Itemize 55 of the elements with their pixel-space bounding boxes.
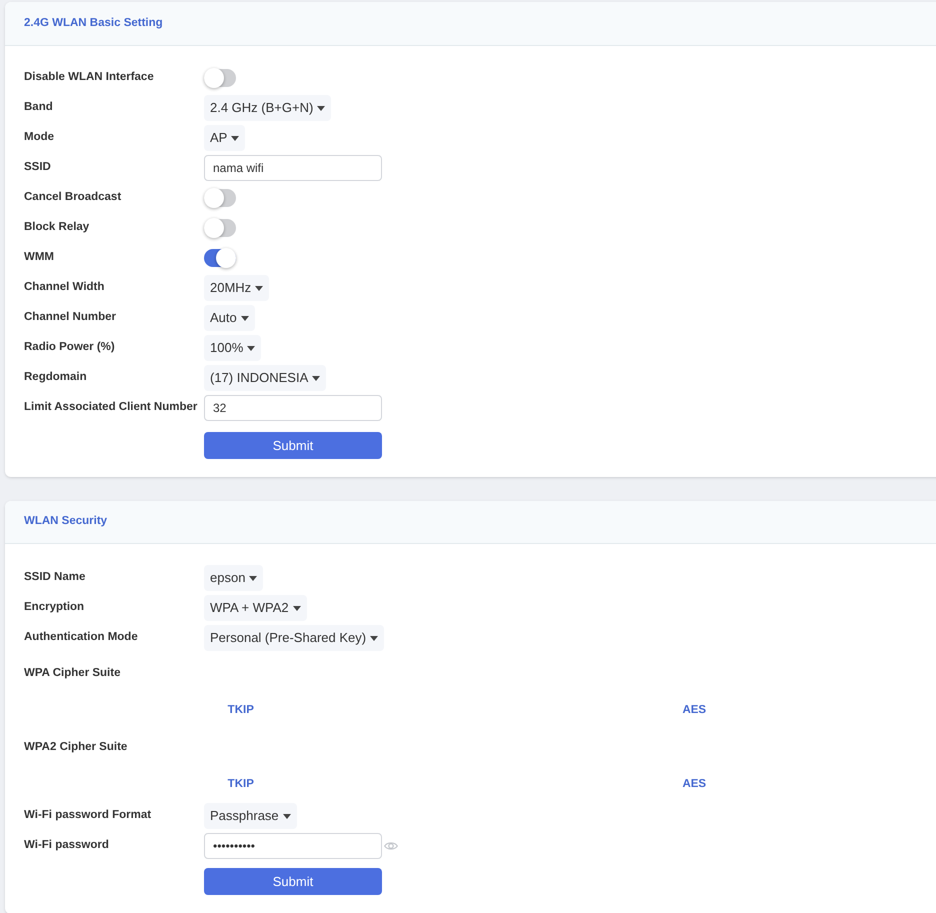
- field-label: Channel Number: [24, 310, 118, 326]
- dropdown[interactable]: Personal (Pre-Shared Key): [204, 625, 384, 651]
- text-field[interactable]: 32: [204, 395, 382, 421]
- password-field[interactable]: ••••••••••: [204, 833, 382, 859]
- dropdown[interactable]: 20MHz: [204, 275, 270, 301]
- dropdown[interactable]: AP: [204, 125, 246, 151]
- field-label: WPA2 Cipher Suite: [24, 740, 128, 756]
- field-label: SSID Name: [24, 570, 86, 586]
- cipher-option[interactable]: AES: [682, 702, 706, 720]
- caret-icon: [240, 316, 249, 320]
- caret-icon: [231, 136, 240, 140]
- dropdown[interactable]: WPA + WPA2: [204, 595, 307, 621]
- field-label: Cancel Broadcast: [24, 190, 122, 206]
- eye-icon[interactable]: [384, 841, 398, 851]
- submit-button[interactable]: Submit: [204, 432, 382, 459]
- field-label: SSID: [24, 160, 52, 176]
- dropdown[interactable]: 100%: [204, 335, 262, 361]
- field-label: Limit Associated Client Number: [24, 400, 198, 416]
- section-title: WLAN Security: [24, 514, 108, 530]
- field-label: Encryption: [24, 600, 86, 616]
- field-label: Authentication Mode: [24, 630, 139, 646]
- toggle-switch[interactable]: [204, 69, 236, 87]
- cipher-option[interactable]: TKIP: [228, 702, 254, 720]
- toggle-switch[interactable]: [204, 219, 236, 237]
- dropdown[interactable]: Passphrase: [204, 803, 297, 829]
- field-label: Band: [24, 100, 54, 116]
- dropdown[interactable]: Auto: [204, 305, 255, 331]
- field-label: Wi-Fi password Format: [24, 808, 152, 824]
- field-label: Disable WLAN Interface: [24, 70, 155, 86]
- caret-icon: [282, 814, 291, 818]
- caret-icon: [247, 346, 256, 350]
- caret-icon: [317, 106, 326, 110]
- field-label: Radio Power (%): [24, 340, 116, 356]
- dropdown[interactable]: (17) INDONESIA: [204, 365, 326, 391]
- cipher-option[interactable]: AES: [682, 776, 706, 794]
- field-label: Wi-Fi password: [24, 838, 110, 854]
- field-label: Channel Width: [24, 280, 106, 296]
- caret-icon: [292, 606, 301, 610]
- toggle-switch[interactable]: [204, 249, 236, 267]
- field-label: WPA Cipher Suite: [24, 666, 120, 682]
- dropdown[interactable]: epson: [204, 565, 264, 591]
- field-label: WMM: [24, 250, 56, 266]
- text-field[interactable]: nama wifi: [204, 155, 382, 181]
- field-label: Block Relay: [24, 220, 90, 236]
- caret-icon: [370, 636, 378, 640]
- field-label: Regdomain: [24, 370, 88, 386]
- cipher-option[interactable]: TKIP: [228, 776, 254, 794]
- toggle-switch[interactable]: [204, 189, 236, 207]
- caret-icon: [249, 576, 258, 580]
- caret-icon: [255, 286, 264, 290]
- dropdown[interactable]: 2.4 GHz (B+G+N): [204, 95, 332, 121]
- section-title: 2.4G WLAN Basic Setting: [24, 16, 163, 31]
- field-label: Mode: [24, 130, 56, 146]
- caret-icon: [312, 376, 320, 380]
- submit-button[interactable]: Submit: [204, 868, 382, 895]
